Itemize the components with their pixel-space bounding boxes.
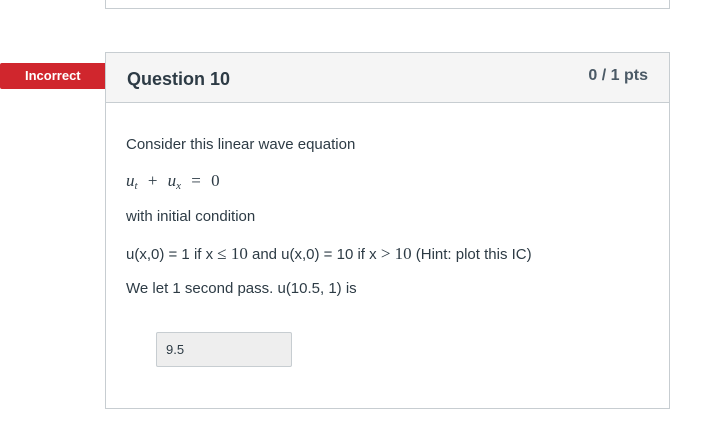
equation-rhs: 0 <box>211 171 220 190</box>
equation-equals: = <box>191 171 201 190</box>
question-points: 0 / 1 pts <box>588 67 648 84</box>
condition-value1: 10 <box>230 244 248 263</box>
incorrect-status-flag: Incorrect <box>0 63 117 89</box>
question-intro: Consider this linear wave equation <box>126 136 356 153</box>
equation-sub-x: x <box>176 180 182 192</box>
condition-leq: ≤ <box>217 244 227 263</box>
equation-var-u2: u <box>167 171 177 190</box>
initial-condition: u(x,0) = 1 if x ≤ 10 and u(x,0) = 10 if … <box>126 244 532 264</box>
equation-plus: + <box>147 171 158 190</box>
initial-condition-label: with initial condition <box>126 208 256 225</box>
question-prompt: We let 1 second pass. u(10.5, 1) is <box>126 280 357 297</box>
condition-gt: > <box>380 244 391 263</box>
equation-sub-t: t <box>134 180 138 192</box>
question-title: Question 10 <box>127 69 231 89</box>
answer-field[interactable]: 9.5 <box>156 332 292 367</box>
previous-question-card <box>105 0 670 9</box>
condition-part2: and u(x,0) = 10 if x <box>247 246 381 263</box>
answer-value: 9.5 <box>166 342 185 357</box>
wave-equation: ut + ux = 0 <box>126 171 220 192</box>
condition-hint: (Hint: plot this IC) <box>411 246 532 263</box>
equation-var-u: u <box>126 171 135 190</box>
condition-value2: 10 <box>394 244 412 263</box>
status-label: Incorrect <box>25 68 81 83</box>
question-header: Question 10 0 / 1 pts <box>106 53 669 103</box>
condition-part1: u(x,0) = 1 if x <box>126 246 218 263</box>
